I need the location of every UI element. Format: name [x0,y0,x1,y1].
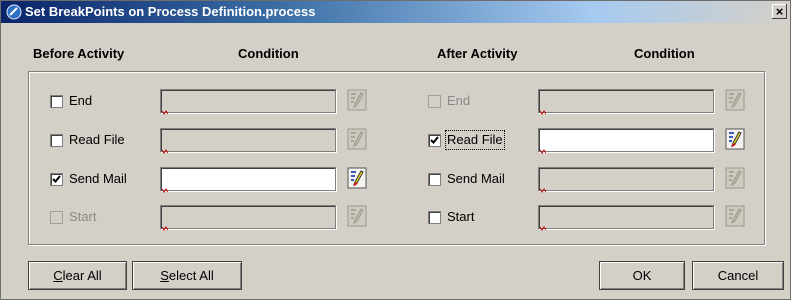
after-start-checkbox[interactable] [428,211,441,224]
checkmark-icon [52,175,61,183]
before-end-condition-field [160,89,336,115]
select-all-mnemonic: S [160,268,169,283]
edit-condition-icon [725,128,745,150]
after-send-mail-label: Send Mail [447,171,505,186]
before-read-file-label: Read File [69,132,125,147]
cancel-button[interactable]: Cancel [692,261,784,290]
after-read-file-checkbox[interactable] [428,134,441,147]
before-end-label: End [69,93,93,108]
before-end-edit-button [347,89,367,111]
before-send-mail-label: Send Mail [69,171,127,186]
before-start-checkbox [50,211,63,224]
before-end-checkbox[interactable] [50,95,63,108]
before-start-label: Start [69,209,97,224]
before-condition-header: Condition [238,46,299,61]
title-bar[interactable]: Set BreakPoints on Process Definition.pr… [1,1,790,23]
after-start-condition-field [538,205,714,231]
checkmark-icon [430,136,439,144]
after-end-condition-field [538,89,714,115]
app-icon [6,4,22,20]
after-read-file-label: Read File [445,130,505,150]
clear-all-label: lear All [62,268,102,283]
before-read-file-checkbox[interactable] [50,134,63,147]
after-activity-header: After Activity [437,46,518,61]
select-all-button[interactable]: Select All [132,261,242,290]
window-title: Set BreakPoints on Process Definition.pr… [25,4,316,19]
after-start-label: Start [447,209,475,224]
clear-all-button[interactable]: Clear All [28,261,127,290]
edit-condition-icon [347,205,367,227]
before-start-edit-button [347,205,367,227]
edit-condition-icon [725,89,745,111]
edit-condition-icon [725,205,745,227]
before-read-file-edit-button [347,128,367,150]
edit-condition-icon [347,167,367,189]
before-activity-header: Before Activity [33,46,125,61]
after-start-edit-button [725,205,745,227]
after-end-edit-button [725,89,745,111]
after-read-file-edit-button[interactable] [725,128,745,150]
edit-condition-icon [347,89,367,111]
close-button[interactable]: × [772,4,787,19]
select-all-label: elect All [168,268,214,283]
ok-button[interactable]: OK [599,261,685,290]
breakpoints-dialog: Set BreakPoints on Process Definition.pr… [0,0,791,300]
clear-all-mnemonic: C [53,268,63,283]
after-send-mail-condition-field [538,167,714,193]
after-send-mail-checkbox[interactable] [428,173,441,186]
after-end-checkbox [428,95,441,108]
after-send-mail-edit-button [725,167,745,189]
edit-condition-icon [347,128,367,150]
before-send-mail-condition-field[interactable] [160,167,336,193]
before-read-file-condition-field [160,128,336,154]
after-condition-header: Condition [634,46,695,61]
edit-condition-icon [725,167,745,189]
after-end-label: End [447,93,471,108]
before-send-mail-checkbox[interactable] [50,173,63,186]
before-send-mail-edit-button[interactable] [347,167,367,189]
after-read-file-condition-field[interactable] [538,128,714,154]
before-start-condition-field [160,205,336,231]
